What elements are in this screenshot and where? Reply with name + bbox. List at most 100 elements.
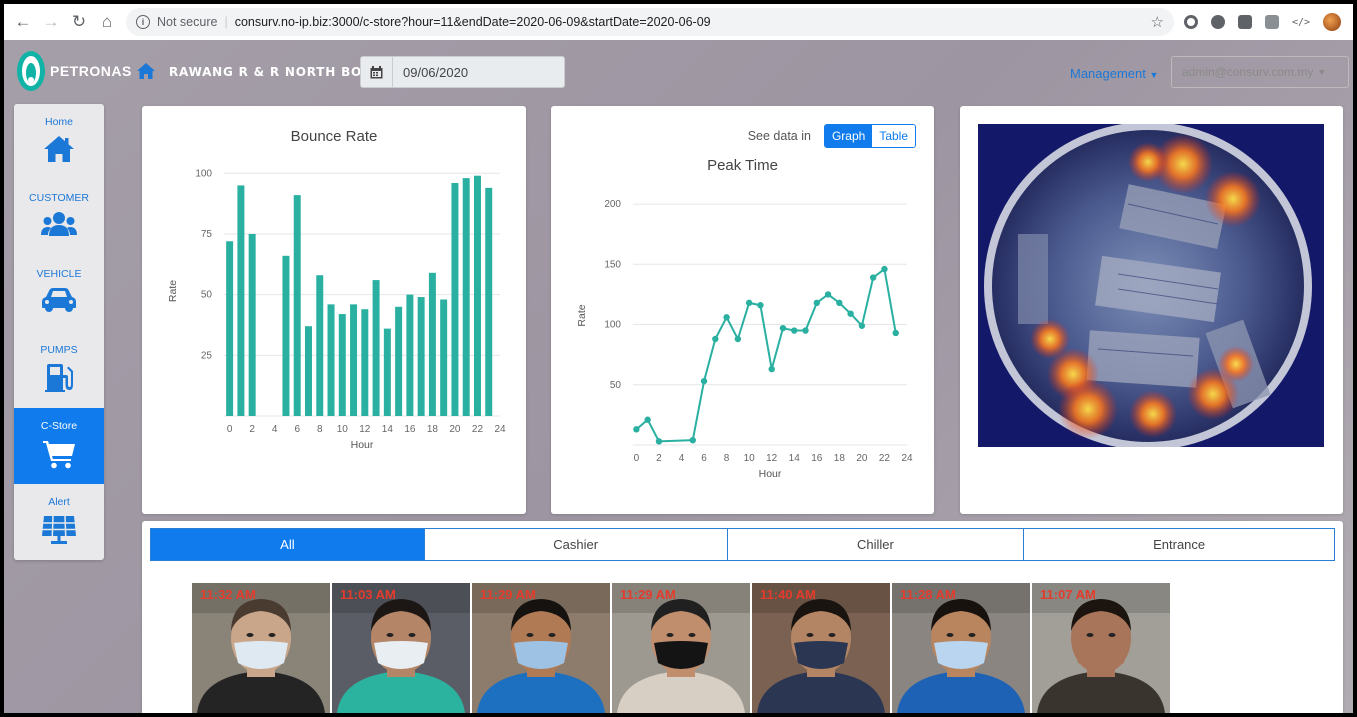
data-point — [689, 436, 696, 444]
heatmap-card — [960, 106, 1343, 514]
bounce-rate-chart: 2550751000 2 4 6 8 10 12 14 16 18 20 22 24HourRate — [167, 168, 506, 451]
customer-face-thumbnail[interactable]: 11:29 AM — [472, 583, 610, 713]
heatmap-fisheye-image — [978, 124, 1324, 447]
x-tick-label: 22 — [472, 424, 484, 435]
x-tick-label: 12 — [359, 424, 371, 435]
bar — [316, 275, 324, 416]
face-image — [892, 583, 1030, 713]
star-icon[interactable]: ☆ — [1151, 13, 1164, 31]
sidebar-item-vehicle[interactable]: VEHICLE — [14, 256, 104, 332]
home-icon[interactable]: ⌂ — [94, 9, 120, 35]
face-timestamp: 11:29 AM — [480, 587, 536, 602]
sidebar-item-alert[interactable]: Alert — [14, 484, 104, 560]
data-point — [836, 299, 843, 307]
user-label: admin@consurv.com.my — [1182, 65, 1314, 79]
tab-all[interactable]: All — [150, 528, 425, 561]
face-image — [1032, 583, 1170, 713]
date-picker[interactable]: 09/06/2020 — [360, 56, 565, 88]
data-point — [745, 299, 753, 307]
sidebar-item-label: Alert — [48, 496, 70, 508]
data-point — [881, 265, 888, 273]
security-label: Not secure — [157, 15, 218, 29]
solar-panel-icon — [42, 515, 76, 544]
data-point — [779, 324, 787, 332]
y-tick-label: 100 — [195, 168, 212, 179]
url-text: consurv.no-ip.biz:3000/c-store?hour=11&e… — [234, 15, 711, 29]
bounce-rate-card: Bounce Rate 25 50 75 100 0 2 4 6 8 10 12 14 16 18 20 22… — [142, 106, 526, 514]
camera-tabs: All Cashier Chiller Entrance — [150, 528, 1335, 561]
customer-face-thumbnail[interactable]: 11:03 AM — [332, 583, 470, 713]
series-line — [635, 267, 897, 443]
x-tick-label: 4 — [679, 453, 685, 464]
bar — [237, 185, 245, 416]
user-menu[interactable]: admin@consurv.com.my ▼ — [1171, 56, 1349, 88]
users-icon — [41, 212, 77, 236]
customer-face-thumbnail[interactable]: 11:28 AM — [892, 583, 1030, 713]
x-tick-label: 24 — [901, 453, 913, 464]
tab-cashier[interactable]: Cashier — [423, 528, 728, 561]
calendar-icon[interactable] — [361, 57, 393, 87]
sidebar-item-pumps[interactable]: PUMPS — [14, 332, 104, 408]
date-value[interactable]: 09/06/2020 — [393, 57, 564, 87]
tab-chiller[interactable]: Chiller — [726, 528, 1025, 561]
y-tick-label: 150 — [604, 259, 621, 270]
sidebar-item-c-store[interactable]: C-Store — [14, 408, 104, 484]
x-tick-label: 10 — [337, 424, 349, 435]
customer-face-thumbnail[interactable]: 11:07 AM — [1032, 583, 1170, 713]
x-tick-label: 4 — [272, 424, 278, 435]
extension-icon[interactable] — [1210, 15, 1225, 29]
code-extension-icon[interactable]: </> — [1292, 17, 1310, 28]
sidebar-item-home[interactable]: Home — [14, 104, 104, 180]
x-tick-label: 6 — [294, 424, 300, 435]
sidebar-item-label: Home — [44, 116, 73, 128]
reload-icon[interactable]: ↻ — [66, 9, 92, 35]
address-bar[interactable]: i Not secure | consurv.no-ip.biz:3000/c-… — [126, 8, 1174, 36]
x-tick-label: 18 — [834, 453, 846, 464]
forward-icon[interactable]: → — [38, 9, 64, 35]
x-tick-label: 22 — [879, 453, 891, 464]
customer-face-thumbnail[interactable]: 11:32 AM — [192, 583, 330, 713]
back-icon[interactable]: ← — [10, 9, 36, 35]
y-tick-label: 25 — [201, 350, 213, 361]
x-tick-label: 20 — [856, 453, 868, 464]
bar — [327, 304, 335, 416]
tab-entrance[interactable]: Entrance — [1023, 528, 1335, 561]
data-point — [824, 291, 832, 298]
y-tick-label: 50 — [201, 290, 213, 301]
extension-icon[interactable] — [1183, 15, 1198, 29]
face-timestamp: 11:40 AM — [760, 587, 816, 602]
customer-face-thumbnail[interactable]: 11:40 AM — [752, 583, 890, 713]
data-point — [655, 438, 663, 445]
x-tick-label: 8 — [317, 424, 323, 435]
x-tick-label: 2 — [249, 424, 255, 435]
drive-extension-icon[interactable] — [1264, 15, 1279, 29]
data-point — [723, 314, 730, 321]
x-axis-label: Hour — [759, 468, 782, 480]
info-icon[interactable]: i — [136, 15, 150, 29]
management-menu[interactable]: Management ▼ — [1070, 66, 1158, 81]
bar — [248, 233, 256, 416]
data-point — [892, 329, 899, 337]
x-tick-label: 14 — [789, 453, 801, 464]
customer-face-thumbnail[interactable]: 11:29 AM — [612, 583, 750, 713]
sidebar-item-label: C-Store — [40, 420, 78, 432]
x-tick-label: 0 — [227, 424, 233, 435]
face-image — [332, 583, 470, 713]
camera-extension-icon[interactable] — [1237, 15, 1252, 29]
bar — [395, 306, 403, 416]
face-timestamp: 11:29 AM — [620, 587, 676, 602]
bar — [338, 314, 346, 416]
x-tick-label: 10 — [744, 453, 756, 464]
caret-down-icon: ▼ — [1317, 67, 1327, 77]
y-tick-label: 50 — [610, 380, 622, 391]
home-icon[interactable] — [136, 62, 156, 80]
profile-avatar[interactable] — [1323, 13, 1341, 31]
petronas-logo[interactable]: PETRONAS — [16, 50, 132, 92]
y-axis-label: Rate — [576, 304, 588, 326]
x-axis-label: Hour — [351, 439, 374, 451]
sidebar-item-customer[interactable]: CUSTOMER — [14, 180, 104, 256]
data-point — [847, 310, 854, 317]
x-tick-label: 20 — [449, 424, 461, 435]
browser-toolbar: ← → ↻ ⌂ i Not secure | consurv.no-ip.biz… — [4, 4, 1353, 40]
data-point — [802, 327, 809, 334]
